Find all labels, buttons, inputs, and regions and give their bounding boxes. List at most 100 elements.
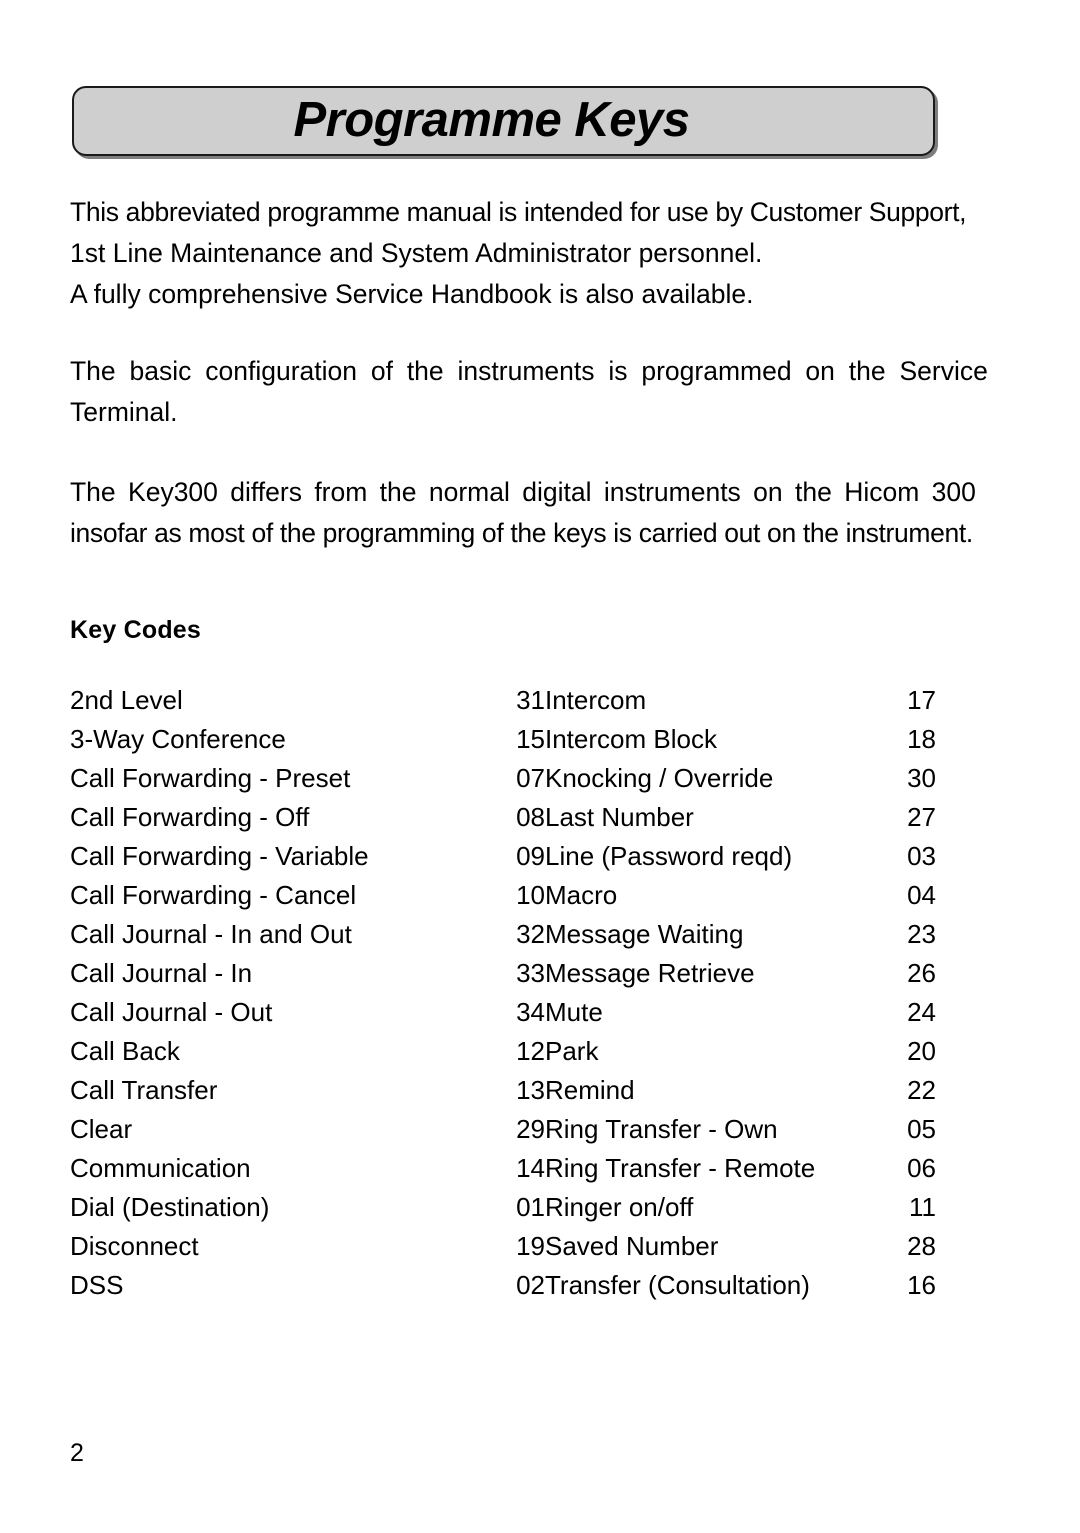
table-row: Clear 29 Ring Transfer - Own 05 xyxy=(70,1110,936,1149)
key-label: Message Retrieve xyxy=(545,958,755,988)
key-code: 17 xyxy=(907,685,936,715)
key-label: Intercom xyxy=(545,685,647,715)
page-title-banner: Programme Keys xyxy=(72,86,935,156)
paragraph-line: insofar as most of the programming of th… xyxy=(70,518,973,548)
key-code: 28 xyxy=(907,1231,936,1261)
key-label: Disconnect xyxy=(70,1231,199,1261)
table-row: Call Journal - In 33 Message Retrieve 26 xyxy=(70,954,936,993)
key-code: 12 xyxy=(516,1036,545,1066)
key-code: 34 xyxy=(516,997,545,1027)
key-code: 29 xyxy=(516,1114,545,1144)
key-code: 13 xyxy=(516,1075,545,1105)
key-label: Call Forwarding - Off xyxy=(70,802,310,832)
key-label: Call Forwarding - Cancel xyxy=(70,880,357,910)
key-codes-table: 2nd Level 31 Intercom 17 3-Way Conferenc… xyxy=(70,681,936,1305)
key-label: Call Journal - In xyxy=(70,958,253,988)
table-row: Call Journal - Out 34 Mute 24 xyxy=(70,993,936,1032)
key-code: 16 xyxy=(907,1270,936,1300)
key-code: 02 xyxy=(516,1270,545,1300)
key-label: 2nd Level xyxy=(70,685,183,715)
key-code: 27 xyxy=(907,802,936,832)
table-row: Dial (Destination) 01 Ringer on/off 11 xyxy=(70,1188,936,1227)
key-label: Message Waiting xyxy=(545,919,744,949)
key-label: Call Forwarding - Preset xyxy=(70,763,351,793)
table-row: Call Forwarding - Variable 09 Line (Pass… xyxy=(70,837,936,876)
key-code: 23 xyxy=(907,919,936,949)
paragraph-line: The Key300 differs from the normal digit… xyxy=(70,477,976,507)
key-label: Call Forwarding - Variable xyxy=(70,841,369,871)
key-label: Ring Transfer - Own xyxy=(545,1114,778,1144)
key-label: Communication xyxy=(70,1153,251,1183)
paragraph-configuration: The basic configuration of the instrumen… xyxy=(70,351,988,433)
key-label: Park xyxy=(545,1036,599,1066)
key-code: 30 xyxy=(907,763,936,793)
key-code: 07 xyxy=(516,763,545,793)
key-label: Clear xyxy=(70,1114,133,1144)
key-codes-heading: Key Codes xyxy=(70,616,202,644)
paragraph-line: This abbreviated programme manual is int… xyxy=(70,197,967,227)
key-label: Transfer (Consultation) xyxy=(545,1270,810,1300)
key-label: Remind xyxy=(545,1075,635,1105)
key-label: Line (Password reqd) xyxy=(545,841,793,871)
key-code: 03 xyxy=(907,841,936,871)
key-label: Ringer on/off xyxy=(545,1192,694,1222)
key-code: 04 xyxy=(907,880,936,910)
key-label: Mute xyxy=(545,997,603,1027)
key-code: 31 xyxy=(516,685,545,715)
key-label: Knocking / Override xyxy=(545,763,774,793)
document-body: This abbreviated programme manual is int… xyxy=(70,192,988,554)
page-title: Programme Keys xyxy=(293,92,690,147)
key-code: 24 xyxy=(907,997,936,1027)
key-label: Last Number xyxy=(545,802,694,832)
table-row: Call Journal - In and Out 32 Message Wai… xyxy=(70,915,936,954)
key-label: Intercom Block xyxy=(545,724,717,754)
key-code: 26 xyxy=(907,958,936,988)
key-label: Call Journal - Out xyxy=(70,997,273,1027)
key-label: Ring Transfer - Remote xyxy=(545,1153,816,1183)
key-label: Call Transfer xyxy=(70,1075,218,1105)
key-code: 33 xyxy=(516,958,545,988)
key-label: Call Back xyxy=(70,1036,180,1066)
key-code: 22 xyxy=(907,1075,936,1105)
key-code: 11 xyxy=(909,1192,936,1222)
table-row: Call Back 12 Park 20 xyxy=(70,1032,936,1071)
key-label: Macro xyxy=(545,880,618,910)
table-row: Disconnect 19 Saved Number 28 xyxy=(70,1227,936,1266)
key-code: 19 xyxy=(516,1231,545,1261)
key-code: 08 xyxy=(516,802,545,832)
key-code: 09 xyxy=(516,841,545,871)
paragraph-line: The basic configuration of the instrumen… xyxy=(70,356,988,386)
paragraph-line: A fully comprehensive Service Handbook i… xyxy=(70,279,754,309)
table-row: Call Forwarding - Preset 07 Knocking / O… xyxy=(70,759,936,798)
page-number: 2 xyxy=(70,1439,84,1467)
key-code: 15 xyxy=(516,724,545,754)
key-code: 06 xyxy=(907,1153,936,1183)
key-label: DSS xyxy=(70,1270,124,1300)
table-row: Call Transfer 13 Remind 22 xyxy=(70,1071,936,1110)
key-code: 14 xyxy=(516,1153,545,1183)
table-row: DSS 02 Transfer (Consultation) 16 xyxy=(70,1266,936,1305)
key-code: 20 xyxy=(907,1036,936,1066)
table-row: 2nd Level 31 Intercom 17 xyxy=(70,681,936,720)
key-code: 32 xyxy=(516,919,545,949)
key-codes-table-body: 2nd Level 31 Intercom 17 3-Way Conferenc… xyxy=(70,681,936,1305)
table-row: Call Forwarding - Off 08 Last Number 27 xyxy=(70,798,936,837)
key-label: Saved Number xyxy=(545,1231,719,1261)
paragraph-line: 1st Line Maintenance and System Administ… xyxy=(70,238,763,268)
key-label: Call Journal - In and Out xyxy=(70,919,352,949)
paragraph-intro: This abbreviated programme manual is int… xyxy=(70,192,967,315)
document-page: Programme Keys This abbreviated programm… xyxy=(0,0,1080,1533)
key-code: 01 xyxy=(516,1192,545,1222)
key-label: 3-Way Conference xyxy=(70,724,286,754)
key-label: Dial (Destination) xyxy=(70,1192,270,1222)
paragraph-line: Terminal. xyxy=(70,397,178,427)
table-row: Communication 14 Ring Transfer - Remote … xyxy=(70,1149,936,1188)
table-row: 3-Way Conference 15 Intercom Block 18 xyxy=(70,720,936,759)
paragraph-key300: The Key300 differs from the normal digit… xyxy=(70,472,976,554)
key-code: 05 xyxy=(907,1114,936,1144)
key-code: 10 xyxy=(516,880,545,910)
table-row: Call Forwarding - Cancel 10 Macro 04 xyxy=(70,876,936,915)
key-code: 18 xyxy=(907,724,936,754)
